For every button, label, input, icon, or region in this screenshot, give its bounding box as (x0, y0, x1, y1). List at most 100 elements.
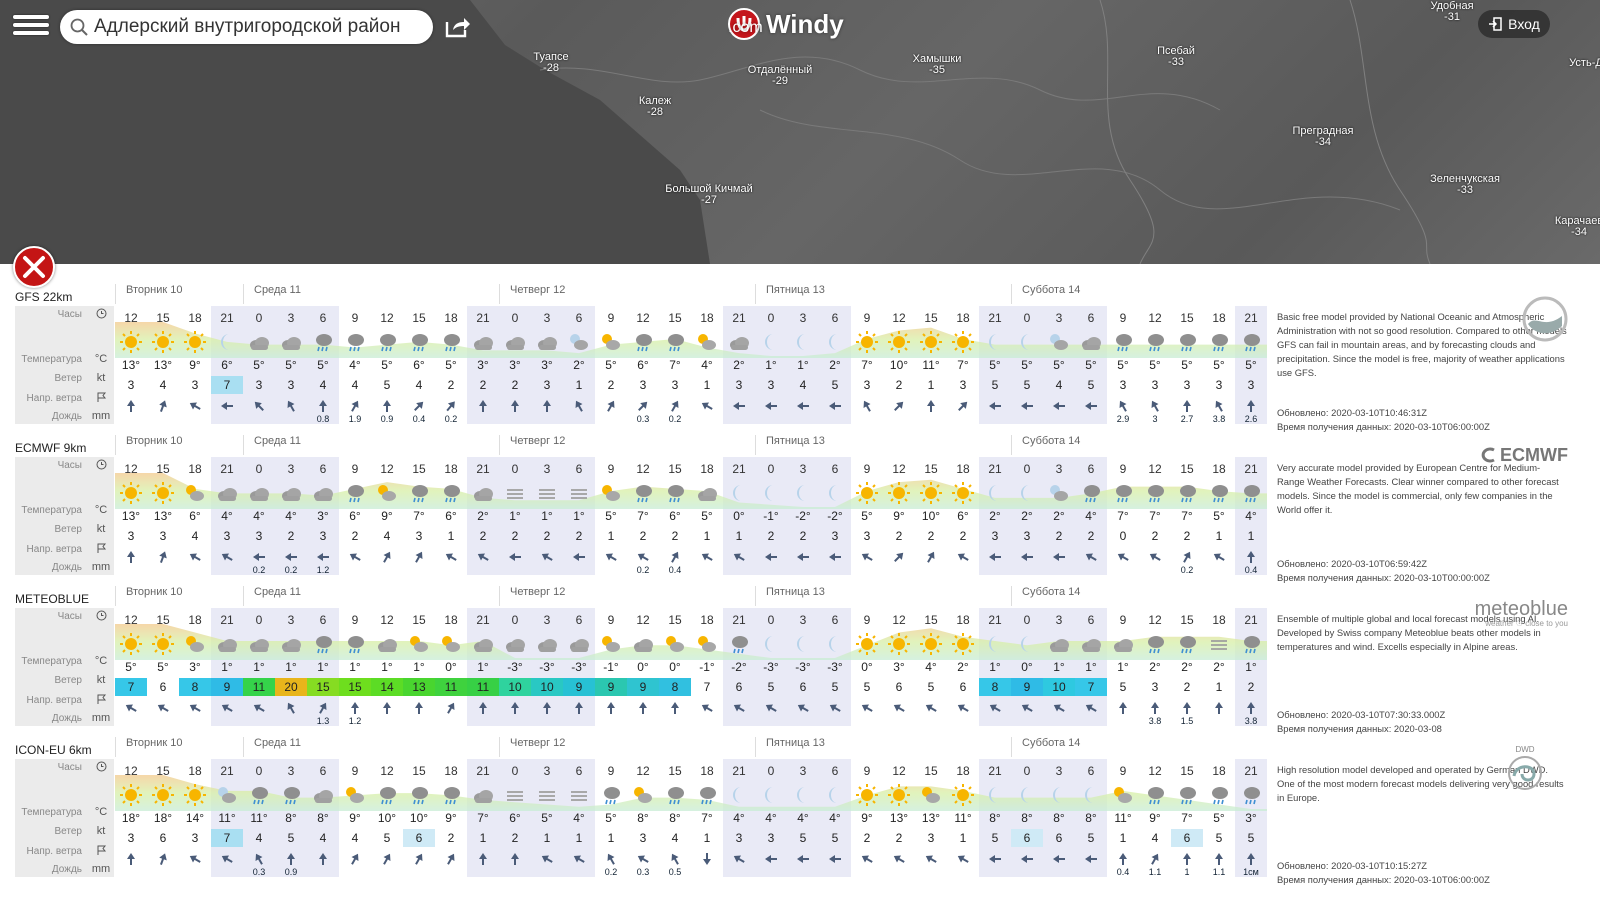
moon-icon[interactable] (787, 783, 819, 807)
rain-icon[interactable] (275, 783, 307, 807)
moon-icon[interactable] (819, 632, 851, 656)
rain-icon[interactable] (1139, 783, 1171, 807)
psun-icon[interactable] (691, 632, 723, 656)
cloud-icon[interactable] (499, 330, 531, 354)
sun-icon[interactable] (147, 632, 179, 656)
close-forecast-button[interactable] (13, 246, 55, 288)
cloud-icon[interactable] (243, 632, 275, 656)
city-label[interactable]: Туапсе -28 (533, 52, 568, 74)
fog-icon[interactable] (563, 481, 595, 505)
rain-icon[interactable] (1171, 632, 1203, 656)
rain-icon[interactable] (1139, 330, 1171, 354)
moon-icon[interactable] (1075, 783, 1107, 807)
cloud-icon[interactable] (275, 481, 307, 505)
rain-icon[interactable] (1107, 481, 1139, 505)
sun-icon[interactable] (883, 783, 915, 807)
fog-icon[interactable] (563, 783, 595, 807)
rain-icon[interactable] (1139, 481, 1171, 505)
search-bar[interactable] (60, 10, 433, 44)
psun-icon[interactable] (595, 481, 627, 505)
sun-icon[interactable] (947, 481, 979, 505)
rain-icon[interactable] (1171, 783, 1203, 807)
rain-icon[interactable] (339, 330, 371, 354)
cloud-icon[interactable] (211, 632, 243, 656)
psun-icon[interactable] (403, 632, 435, 656)
sun-icon[interactable] (883, 330, 915, 354)
cloud-icon[interactable] (1075, 330, 1107, 354)
sun-icon[interactable] (883, 481, 915, 505)
cloud-icon[interactable] (531, 330, 563, 354)
share-button[interactable] (443, 12, 471, 40)
cloud-icon[interactable] (307, 481, 339, 505)
rain-icon[interactable] (1107, 330, 1139, 354)
model-name[interactable]: GFS 22km (15, 290, 72, 304)
moon-icon[interactable] (1011, 632, 1043, 656)
cloud-icon[interactable] (1075, 632, 1107, 656)
sun-icon[interactable] (147, 330, 179, 354)
windy-logo[interactable]: Windy .com (728, 8, 844, 40)
rain-icon[interactable] (371, 783, 403, 807)
sun-icon[interactable] (851, 481, 883, 505)
cloud-icon[interactable] (499, 632, 531, 656)
rain-icon[interactable] (659, 783, 691, 807)
moon-icon[interactable] (787, 632, 819, 656)
cloud-icon[interactable] (307, 783, 339, 807)
login-button[interactable]: Вход (1478, 10, 1550, 38)
psun-icon[interactable] (339, 783, 371, 807)
city-label[interactable]: Отдалённый -29 (748, 65, 813, 87)
cloud-icon[interactable] (1107, 632, 1139, 656)
rain-icon[interactable] (339, 632, 371, 656)
cloud-icon[interactable] (243, 330, 275, 354)
rain-icon[interactable] (595, 783, 627, 807)
rain-icon[interactable] (1235, 481, 1267, 505)
rain-icon[interactable] (1235, 330, 1267, 354)
sun-icon[interactable] (851, 632, 883, 656)
rain-icon[interactable] (1203, 783, 1235, 807)
rain-icon[interactable] (371, 330, 403, 354)
city-label[interactable]: Удобная -31 (1430, 1, 1473, 23)
sun-icon[interactable] (851, 783, 883, 807)
sun-icon[interactable] (883, 632, 915, 656)
moon-icon[interactable] (723, 481, 755, 505)
cloud-icon[interactable] (691, 481, 723, 505)
cloud-icon[interactable] (563, 632, 595, 656)
rain-icon[interactable] (1075, 481, 1107, 505)
rain-icon[interactable] (435, 481, 467, 505)
rain-icon[interactable] (307, 330, 339, 354)
psun-icon[interactable] (371, 481, 403, 505)
moon-icon[interactable] (1011, 481, 1043, 505)
rain-icon[interactable] (723, 632, 755, 656)
sun-icon[interactable] (147, 481, 179, 505)
rain-icon[interactable] (659, 330, 691, 354)
cloud-icon[interactable] (467, 481, 499, 505)
rain-icon[interactable] (627, 481, 659, 505)
cloud-icon[interactable] (627, 632, 659, 656)
psun-icon[interactable] (915, 783, 947, 807)
moon-icon[interactable] (1011, 783, 1043, 807)
psun-icon[interactable] (627, 783, 659, 807)
psun-icon[interactable] (659, 632, 691, 656)
cloud-icon[interactable] (275, 632, 307, 656)
pcloud-icon[interactable] (1043, 330, 1075, 354)
moon-icon[interactable] (979, 330, 1011, 354)
rain-icon[interactable] (339, 481, 371, 505)
pcloud-icon[interactable] (563, 330, 595, 354)
fog-icon[interactable] (499, 481, 531, 505)
rain-icon[interactable] (403, 330, 435, 354)
moon-icon[interactable] (979, 632, 1011, 656)
rain-icon[interactable] (307, 632, 339, 656)
map-view[interactable]: Удобная -31 Туапсе -28 Отдалённый -29 Хамыш… (0, 0, 1600, 264)
psun-icon[interactable] (179, 481, 211, 505)
fog-icon[interactable] (1203, 632, 1235, 656)
sun-icon[interactable] (147, 783, 179, 807)
pcloud-icon[interactable] (211, 783, 243, 807)
sun-icon[interactable] (947, 632, 979, 656)
fog-icon[interactable] (499, 783, 531, 807)
city-label[interactable]: Зеленчукская -33 (1430, 174, 1500, 196)
moon-icon[interactable] (819, 481, 851, 505)
moon-icon[interactable] (755, 330, 787, 354)
rain-icon[interactable] (691, 783, 723, 807)
city-label[interactable]: Хамышки -35 (913, 54, 962, 76)
moon-icon[interactable] (211, 330, 243, 354)
cloud-icon[interactable] (531, 632, 563, 656)
